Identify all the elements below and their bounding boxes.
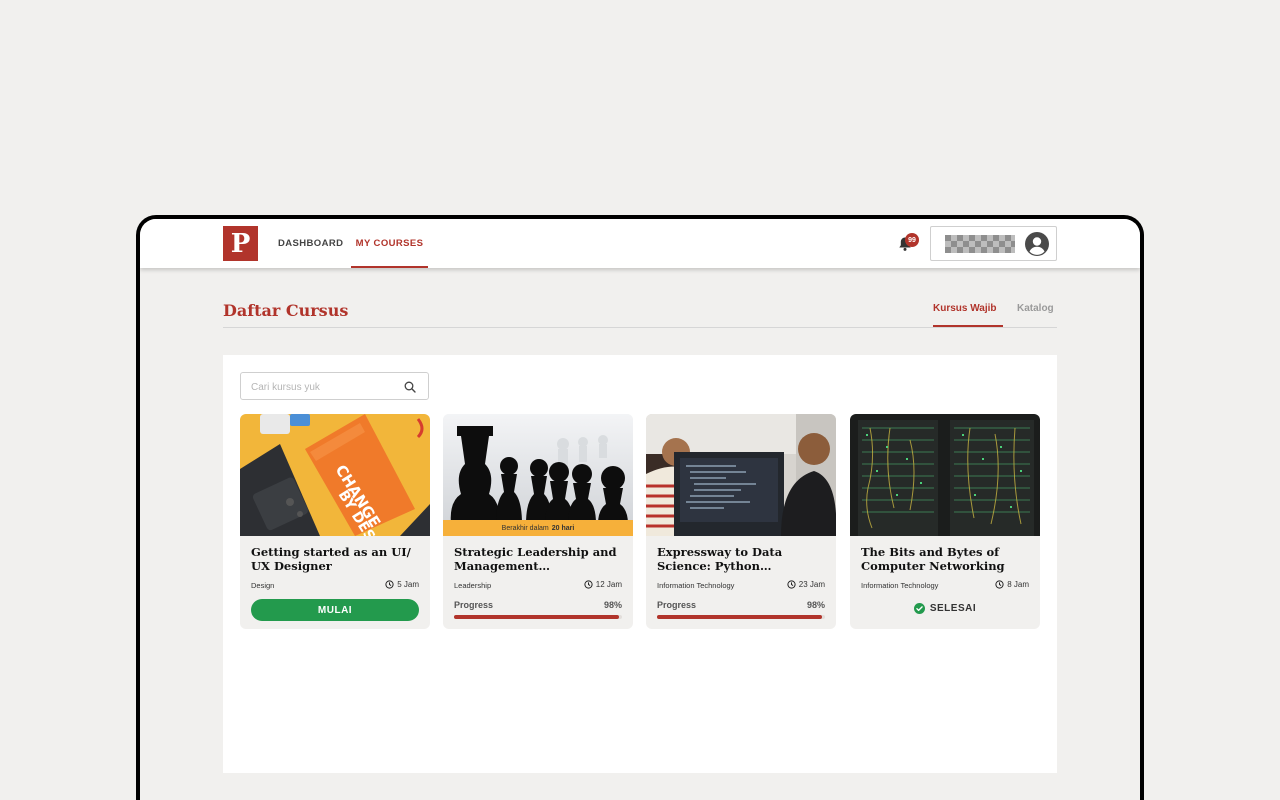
course-duration: 12 Jam (584, 580, 622, 589)
active-tab-indicator (933, 325, 1003, 327)
course-image-server-rack (850, 414, 1040, 536)
course-title: The Bits and Bytes of Computer Networkin… (861, 545, 1005, 573)
deadline-value: 20 hari (551, 524, 575, 532)
course-image-developers (646, 414, 836, 536)
user-name-redacted (945, 235, 1015, 253)
course-title: Expressway to Data Science: Python Progr… (657, 545, 783, 573)
course-title: Strategic Leadership and Management Spec… (454, 545, 617, 573)
page-title: Daftar Cursus (223, 301, 349, 320)
progress-fill (454, 615, 619, 619)
completed-status: SELESAI (850, 603, 1040, 614)
course-title: Getting started as an UI/ UX Designer (251, 545, 411, 573)
progress-bar (657, 615, 825, 619)
course-duration-text: 5 Jam (397, 580, 419, 589)
course-duration-text: 8 Jam (1007, 580, 1029, 589)
course-card[interactable]: Expressway to Data Science: Python Progr… (646, 414, 836, 629)
progress-fill (657, 615, 822, 619)
search-box (240, 372, 429, 400)
course-duration-text: 23 Jam (798, 580, 825, 589)
course-duration: 5 Jam (385, 580, 419, 589)
course-duration-text: 12 Jam (595, 580, 622, 589)
deadline-banner: Berakhir dalam 20 hari (443, 520, 633, 536)
progress-label: Progress (657, 600, 697, 610)
deadline-prefix: Berakhir dalam (501, 524, 549, 532)
user-menu[interactable] (930, 226, 1057, 261)
course-card[interactable]: CHANGE BY DESIGN Getting started as an U… (240, 414, 430, 629)
nav-dashboard[interactable]: DASHBOARD (278, 219, 343, 268)
course-category: Design (251, 581, 275, 590)
user-circle-icon[interactable] (1025, 232, 1049, 256)
course-duration: 8 Jam (995, 580, 1029, 589)
course-duration: 23 Jam (787, 580, 825, 589)
tab-kursus-wajib[interactable]: Kursus Wajib (933, 303, 997, 314)
notification-badge: 99 (905, 233, 919, 247)
course-image-chess: Berakhir dalam 20 hari (443, 414, 633, 536)
search-input[interactable] (251, 379, 401, 395)
course-card[interactable]: Berakhir dalam 20 hari Strategic Leaders… (443, 414, 633, 629)
top-navbar: P DASHBOARD MY COURSES 99 (140, 219, 1140, 268)
check-circle-icon (913, 603, 925, 614)
nav-my-courses[interactable]: MY COURSES (351, 219, 428, 268)
device-frame: P DASHBOARD MY COURSES 99 Daftar Cursus … (136, 215, 1144, 800)
tabs-divider (223, 327, 1057, 328)
tab-katalog[interactable]: Katalog (1017, 303, 1054, 314)
clock-icon (584, 580, 593, 589)
progress-percent: 98% (806, 600, 825, 610)
progress-label: Progress (454, 600, 494, 610)
course-category: Leadership (454, 581, 492, 590)
course-card[interactable]: The Bits and Bytes of Computer Networkin… (850, 414, 1040, 629)
course-image-design-book: CHANGE BY DESIGN (240, 414, 430, 536)
course-panel: CHANGE BY DESIGN Getting started as an U… (223, 355, 1057, 773)
brand-logo[interactable]: P (223, 226, 258, 261)
clock-icon (787, 580, 796, 589)
start-course-button[interactable]: MULAI (251, 599, 419, 621)
search-icon[interactable] (404, 380, 416, 393)
progress-bar (454, 615, 622, 619)
completed-label: SELESAI (929, 603, 977, 614)
logo-letter: P (230, 228, 251, 259)
course-category: Information Technology (657, 581, 735, 590)
course-category: Information Technology (861, 581, 939, 590)
clock-icon (995, 580, 1004, 589)
clock-icon (385, 580, 394, 589)
progress-percent: 98% (603, 600, 622, 610)
